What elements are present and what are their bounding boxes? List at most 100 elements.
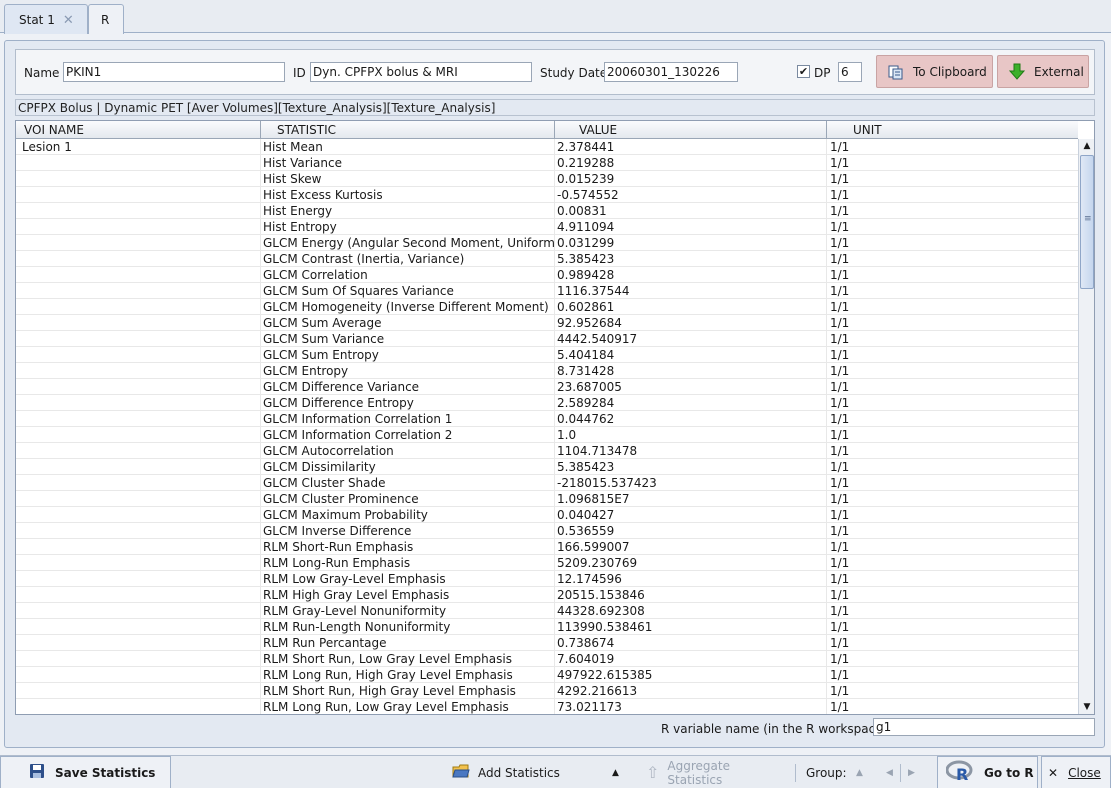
cell-statistic: GLCM Difference Entropy <box>261 395 555 411</box>
move-up-icon[interactable]: ▲ <box>612 756 626 788</box>
table-row[interactable]: GLCM Cluster Prominence 1.096815E7 1/1 <box>16 491 1078 507</box>
cell-voi-name <box>16 699 261 714</box>
column-header-unit[interactable]: UNIT <box>827 121 1078 139</box>
cell-unit: 1/1 <box>830 460 850 474</box>
table-row[interactable]: GLCM Difference Entropy 2.589284 1/1 <box>16 395 1078 411</box>
close-tab-icon[interactable]: ✕ <box>63 13 74 28</box>
table-row[interactable]: Hist Variance 0.219288 1/1 <box>16 155 1078 171</box>
cell-unit: 1/1 <box>830 508 850 522</box>
table-row[interactable]: RLM Run Percantage 0.738674 1/1 <box>16 635 1078 651</box>
cell-statistic: Hist Excess Kurtosis <box>261 187 555 203</box>
table-row[interactable]: GLCM Cluster Shade -218015.537423 1/1 <box>16 475 1078 491</box>
cell-statistic: RLM Short Run, Low Gray Level Emphasis <box>261 651 555 667</box>
cell-unit: 1/1 <box>830 524 850 538</box>
tab-r[interactable]: R <box>88 4 124 34</box>
cell-unit: 1/1 <box>830 364 850 378</box>
cell-statistic: Hist Energy <box>261 203 555 219</box>
go-to-r-label: Go to R <box>984 765 1034 780</box>
table-row[interactable]: GLCM Sum Entropy 5.404184 1/1 <box>16 347 1078 363</box>
cell-voi-name <box>16 235 261 251</box>
name-field[interactable]: PKIN1 <box>63 62 285 82</box>
table-header: VOI NAME STATISTIC VALUE UNIT <box>16 121 1078 139</box>
cell-value: 1104.713478 <box>555 443 827 459</box>
table-row[interactable]: GLCM Sum Average 92.952684 1/1 <box>16 315 1078 331</box>
table-row[interactable]: RLM Short Run, High Gray Level Emphasis 4… <box>16 683 1078 699</box>
tab-r-label: R <box>101 13 110 27</box>
table-row[interactable]: RLM Long-Run Emphasis 5209.230769 1/1 <box>16 555 1078 571</box>
cell-voi-name: Lesion 1 <box>16 139 261 155</box>
table-row[interactable]: GLCM Inverse Difference 0.536559 1/1 <box>16 523 1078 539</box>
table-row[interactable]: GLCM Autocorrelation 1104.713478 1/1 <box>16 443 1078 459</box>
table-row[interactable]: RLM Short Run, Low Gray Level Emphasis 7.… <box>16 651 1078 667</box>
scrollbar-thumb[interactable]: ≡ <box>1080 155 1094 289</box>
cell-value: 0.738674 <box>555 635 827 651</box>
cell-unit: 1/1 <box>830 604 850 618</box>
table-row[interactable]: Hist Skew 0.015239 1/1 <box>16 171 1078 187</box>
group-right-icon[interactable]: ▶ <box>908 756 915 788</box>
table-row[interactable]: GLCM Information Correlation 1 0.044762 1/… <box>16 411 1078 427</box>
column-header-voi-name[interactable]: VOI NAME <box>16 121 261 139</box>
table-row[interactable]: GLCM Maximum Probability 0.040427 1/1 <box>16 507 1078 523</box>
cell-value: 5.385423 <box>555 251 827 267</box>
table-row[interactable]: GLCM Homogeneity (Inverse Different Mome… <box>16 299 1078 315</box>
add-statistics-button[interactable]: Add Statistics <box>452 756 562 788</box>
cell-statistic: GLCM Sum Entropy <box>261 347 555 363</box>
aggregate-statistics-button[interactable]: ⇧ Aggregate Statistics <box>646 756 786 788</box>
cell-value: 5.385423 <box>555 459 827 475</box>
table-row[interactable]: RLM Run-Length Nonuniformity 113990.53846… <box>16 619 1078 635</box>
r-logo-icon: R <box>945 760 974 785</box>
table-row[interactable]: RLM Short-Run Emphasis 166.599007 1/1 <box>16 539 1078 555</box>
table-row[interactable]: RLM High Gray Level Emphasis 20515.153846… <box>16 587 1078 603</box>
cell-unit: 1/1 <box>830 684 850 698</box>
table-row[interactable]: GLCM Contrast (Inertia, Variance) 5.38542… <box>16 251 1078 267</box>
table-row[interactable]: GLCM Energy (Angular Second Moment, Unif… <box>16 235 1078 251</box>
cell-unit: 1/1 <box>830 636 850 650</box>
cell-voi-name <box>16 379 261 395</box>
column-header-value[interactable]: VALUE <box>555 121 827 139</box>
external-button[interactable]: External <box>997 55 1089 88</box>
to-clipboard-button[interactable]: To Clipboard <box>876 55 993 88</box>
table-row[interactable]: RLM Low Gray-Level Emphasis 12.174596 1/1 <box>16 571 1078 587</box>
table-row[interactable]: RLM Long Run, Low Gray Level Emphasis 73.… <box>16 699 1078 714</box>
table-row[interactable]: GLCM Sum Of Squares Variance 1116.37544 1/… <box>16 283 1078 299</box>
study-date-field[interactable]: 20060301_130226 <box>604 62 738 82</box>
external-label: External <box>1034 64 1084 79</box>
table-row[interactable]: Hist Energy 0.00831 1/1 <box>16 203 1078 219</box>
cell-unit: 1/1 <box>830 652 850 666</box>
tab-bar: Stat 1 ✕ R <box>0 0 1111 34</box>
scroll-up-icon[interactable]: ▲ <box>1079 139 1094 153</box>
table-row[interactable]: Lesion 1 Hist Mean 2.378441 1/1 <box>16 139 1078 155</box>
cell-voi-name <box>16 315 261 331</box>
dp-field[interactable]: 6 <box>838 62 862 82</box>
column-header-statistic[interactable]: STATISTIC <box>261 121 555 139</box>
cell-voi-name <box>16 299 261 315</box>
save-statistics-button[interactable]: Save Statistics <box>0 756 171 788</box>
cell-value: 0.044762 <box>555 411 827 427</box>
group-left-icon[interactable]: ◀ <box>886 756 893 788</box>
table-row[interactable]: GLCM Sum Variance 4442.540917 1/1 <box>16 331 1078 347</box>
cell-voi-name <box>16 171 261 187</box>
table-row[interactable]: GLCM Entropy 8.731428 1/1 <box>16 363 1078 379</box>
scroll-down-icon[interactable]: ▼ <box>1079 700 1094 714</box>
table-row[interactable]: RLM Gray-Level Nonuniformity 44328.692308… <box>16 603 1078 619</box>
vertical-scrollbar[interactable]: ▲ ≡ ▼ <box>1078 139 1094 714</box>
table-row[interactable]: GLCM Information Correlation 2 1.0 1/1 <box>16 427 1078 443</box>
table-row[interactable]: RLM Long Run, High Gray Level Emphasis 49… <box>16 667 1078 683</box>
table-row[interactable]: GLCM Dissimilarity 5.385423 1/1 <box>16 459 1078 475</box>
r-variable-field[interactable]: g1 <box>873 718 1095 736</box>
cell-voi-name <box>16 251 261 267</box>
close-button[interactable]: ✕ Close <box>1041 756 1111 788</box>
go-to-r-button[interactable]: R Go to R <box>937 756 1038 788</box>
tab-stat-1[interactable]: Stat 1 ✕ <box>4 4 88 34</box>
separator <box>900 764 901 782</box>
id-field[interactable]: Dyn. CPFPX bolus & MRI <box>310 62 532 82</box>
table-row[interactable]: Hist Entropy 4.911094 1/1 <box>16 219 1078 235</box>
table-row[interactable]: GLCM Correlation 0.989428 1/1 <box>16 267 1078 283</box>
dp-checkbox[interactable]: ✔ <box>797 65 810 78</box>
table-row[interactable]: GLCM Difference Variance 23.687005 1/1 <box>16 379 1078 395</box>
cell-voi-name <box>16 363 261 379</box>
cell-statistic: GLCM Homogeneity (Inverse Different Mome… <box>261 299 555 315</box>
group-up-icon[interactable]: ▲ <box>856 756 863 788</box>
table-row[interactable]: Hist Excess Kurtosis -0.574552 1/1 <box>16 187 1078 203</box>
id-label: ID <box>293 66 306 80</box>
